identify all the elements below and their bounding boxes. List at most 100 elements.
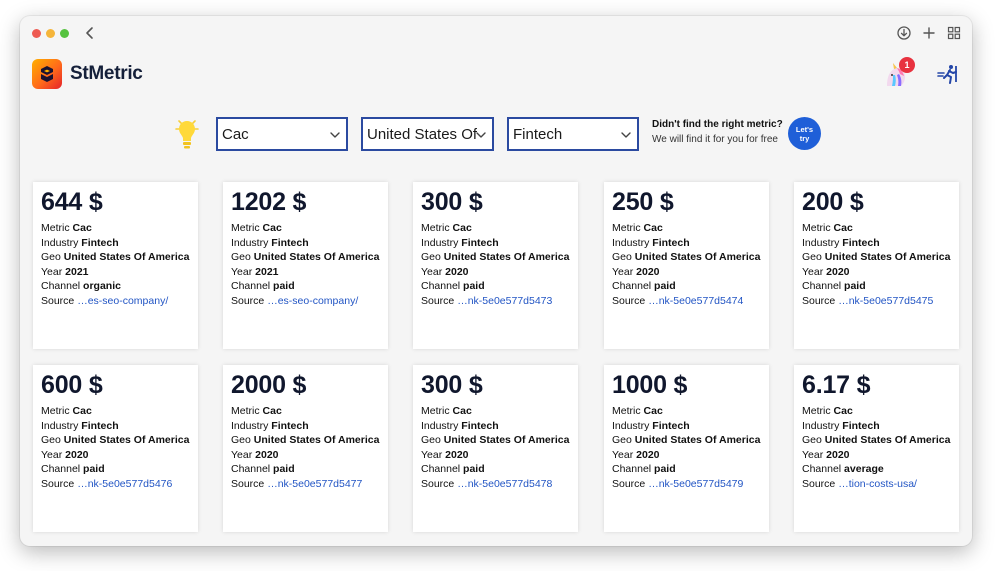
source-row: Source …nk-5e0e577d5476 xyxy=(41,477,193,492)
metric-label: Metric xyxy=(802,405,831,417)
source-link[interactable]: …nk-5e0e577d5477 xyxy=(267,478,362,490)
source-link[interactable]: …nk-5e0e577d5478 xyxy=(457,478,552,490)
metric-name: Cac xyxy=(262,222,282,234)
maximize-window-button[interactable] xyxy=(60,29,69,38)
year-row: Year 2020 xyxy=(41,448,193,463)
geo-label: Geo xyxy=(421,434,441,447)
year-label: Year xyxy=(612,448,634,461)
metric-name: Cac xyxy=(262,405,282,417)
channel-row: Channel organic xyxy=(41,279,193,294)
year-label: Year xyxy=(421,265,443,278)
source-link[interactable]: …nk-5e0e577d5476 xyxy=(77,478,172,490)
channel-label: Channel xyxy=(421,463,461,476)
industry-select[interactable]: Fintech xyxy=(507,117,639,151)
app-name: StMetric xyxy=(70,63,143,84)
industry-row: Industry Fintech xyxy=(612,236,764,251)
geo-value: United States Of America xyxy=(253,434,380,447)
metric-details: Metric Cac Industry Fintech Geo United S… xyxy=(421,404,573,492)
source-link[interactable]: …es-seo-company/ xyxy=(267,295,358,307)
geo-select[interactable]: United States Of xyxy=(361,117,494,151)
channel-label: Channel xyxy=(802,463,842,476)
channel-value: paid xyxy=(273,280,295,293)
metric-card[interactable]: 250 $ Metric Cac Industry Fintech Geo Un… xyxy=(604,182,769,349)
metric-card[interactable]: 2000 $ Metric Cac Industry Fintech Geo U… xyxy=(223,365,388,532)
metric-details: Metric Cac Industry Fintech Geo United S… xyxy=(41,221,193,309)
source-link[interactable]: …nk-5e0e577d5474 xyxy=(648,295,743,307)
source-link[interactable]: …nk-5e0e577d5473 xyxy=(457,295,552,307)
source-label: Source xyxy=(421,477,455,490)
metric-name: Cac xyxy=(72,405,92,417)
source-link[interactable]: …nk-5e0e577d5479 xyxy=(648,478,743,490)
metric-label: Metric xyxy=(612,222,641,234)
geo-row: Geo United States Of America xyxy=(41,250,193,265)
plus-icon[interactable] xyxy=(921,25,937,41)
metric-row: Metric Cac xyxy=(612,404,764,419)
chevron-left-icon[interactable] xyxy=(82,25,98,41)
year-value: 2020 xyxy=(826,265,850,278)
industry-label: Industry xyxy=(802,419,840,432)
lets-try-button[interactable]: Let's try xyxy=(788,117,821,150)
year-row: Year 2020 xyxy=(802,265,954,280)
year-row: Year 2020 xyxy=(421,448,573,463)
year-value: 2020 xyxy=(445,448,469,461)
metric-row: Metric Cac xyxy=(612,221,764,236)
year-row: Year 2020 xyxy=(802,448,954,463)
lets-try-label: Let's try xyxy=(795,124,814,143)
grid-icon[interactable] xyxy=(946,25,962,41)
metric-details: Metric Cac Industry Fintech Geo United S… xyxy=(41,404,193,492)
channel-row: Channel paid xyxy=(231,462,383,477)
exit-icon[interactable] xyxy=(937,64,959,84)
metric-label: Metric xyxy=(231,222,260,234)
metric-card[interactable]: 600 $ Metric Cac Industry Fintech Geo Un… xyxy=(33,365,198,532)
cta-subtitle: We will find it for you for free xyxy=(652,134,778,145)
channel-label: Channel xyxy=(802,280,842,293)
minimize-window-button[interactable] xyxy=(46,29,55,38)
channel-row: Channel paid xyxy=(231,279,383,294)
close-window-button[interactable] xyxy=(32,29,41,38)
year-label: Year xyxy=(421,448,443,461)
industry-row: Industry Fintech xyxy=(802,419,954,434)
source-link[interactable]: …nk-5e0e577d5475 xyxy=(838,295,933,307)
metric-label: Metric xyxy=(421,222,450,234)
geo-value: United States Of America xyxy=(634,251,761,264)
app-logo[interactable]: StMetric xyxy=(32,58,143,90)
source-row: Source …tion-costs-usa/ xyxy=(802,477,954,492)
metric-row: Metric Cac xyxy=(421,221,573,236)
metric-card[interactable]: 6.17 $ Metric Cac Industry Fintech Geo U… xyxy=(794,365,959,532)
year-value: 2020 xyxy=(255,448,279,461)
source-label: Source xyxy=(41,294,75,307)
year-label: Year xyxy=(612,265,634,278)
source-link[interactable]: …es-seo-company/ xyxy=(77,295,168,307)
metric-card[interactable]: 1202 $ Metric Cac Industry Fintech Geo U… xyxy=(223,182,388,349)
chevron-down-icon xyxy=(330,132,340,138)
industry-row: Industry Fintech xyxy=(612,419,764,434)
source-link[interactable]: …tion-costs-usa/ xyxy=(838,478,917,490)
metric-details: Metric Cac Industry Fintech Geo United S… xyxy=(802,221,954,309)
metric-row: Metric Cac xyxy=(421,404,573,419)
geo-row: Geo United States Of America xyxy=(802,250,954,265)
year-label: Year xyxy=(231,448,253,461)
metric-card[interactable]: 300 $ Metric Cac Industry Fintech Geo Un… xyxy=(413,182,578,349)
metric-card[interactable]: 644 $ Metric Cac Industry Fintech Geo Un… xyxy=(33,182,198,349)
metric-name: Cac xyxy=(643,222,663,234)
geo-label: Geo xyxy=(41,251,61,264)
download-icon[interactable] xyxy=(896,25,912,41)
channel-value: paid xyxy=(654,280,676,293)
metric-value: 2000 $ xyxy=(231,371,307,399)
metric-card[interactable]: 200 $ Metric Cac Industry Fintech Geo Un… xyxy=(794,182,959,349)
metric-card[interactable]: 1000 $ Metric Cac Industry Fintech Geo U… xyxy=(604,365,769,532)
geo-label: Geo xyxy=(802,434,822,447)
metric-label: Metric xyxy=(802,222,831,234)
source-row: Source …nk-5e0e577d5477 xyxy=(231,477,383,492)
metric-row: Metric Cac xyxy=(41,221,193,236)
metric-card[interactable]: 300 $ Metric Cac Industry Fintech Geo Un… xyxy=(413,365,578,532)
metric-value: 300 $ xyxy=(421,188,483,216)
year-label: Year xyxy=(41,448,63,461)
channel-value: average xyxy=(844,463,884,476)
source-label: Source xyxy=(802,477,836,490)
metric-value: 300 $ xyxy=(421,371,483,399)
metric-select[interactable]: Cac xyxy=(216,117,348,151)
metric-name: Cac xyxy=(833,222,853,234)
geo-row: Geo United States Of America xyxy=(231,250,383,265)
geo-select-value: United States Of xyxy=(367,126,477,143)
